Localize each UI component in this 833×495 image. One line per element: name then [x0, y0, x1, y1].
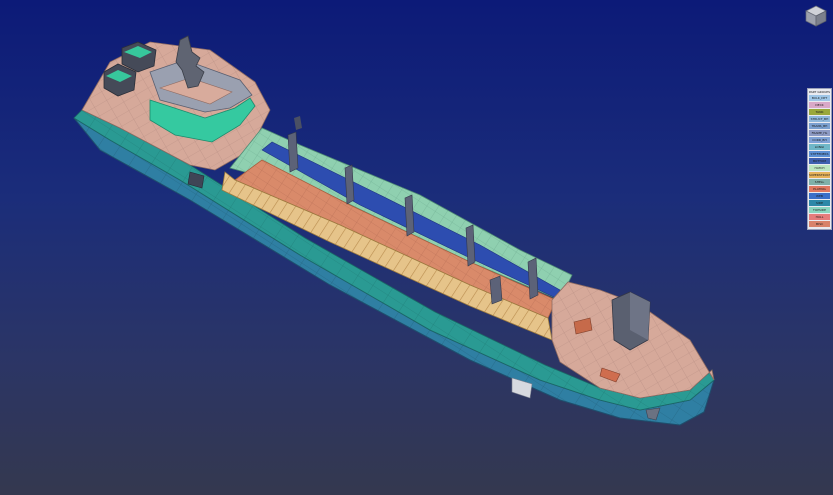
3d-model-viewport[interactable]	[0, 0, 833, 495]
legend-item[interactable]: MISC	[809, 221, 830, 227]
legend-item[interactable]: SHELL	[809, 179, 830, 185]
legend-item[interactable]: HULL	[809, 214, 830, 220]
legend-item[interactable]: DECK	[809, 102, 830, 108]
legend-item[interactable]: BOTTOM	[809, 158, 830, 164]
view-cube-icon[interactable]	[804, 4, 828, 28]
legend-item[interactable]: TRANS_BH	[809, 123, 830, 129]
legend-title: PART GROUPS	[809, 90, 830, 94]
legend-item[interactable]: LONGI	[809, 144, 830, 150]
legend-item[interactable]: CORR_BH	[809, 137, 830, 143]
legend-item[interactable]: SIDE	[809, 200, 830, 206]
ship-model[interactable]	[73, 35, 715, 426]
color-legend: PART GROUPS BULK_DPT DECK TANK STRUCT_BH TRA…	[807, 88, 832, 230]
legend-item[interactable]: BULK_DPT	[809, 95, 830, 101]
legend-item[interactable]: HATCH	[809, 165, 830, 171]
legend-item[interactable]: PLATING	[809, 186, 830, 192]
aft-fitting	[294, 116, 302, 130]
legend-item[interactable]: FRAME_HL	[809, 130, 830, 136]
legend-item[interactable]: STIFFENERS	[809, 151, 830, 157]
legend-item[interactable]: STRUCT_BH	[809, 116, 830, 122]
legend-item[interactable]: TANK	[809, 109, 830, 115]
legend-item[interactable]: TOPSIDE	[809, 207, 830, 213]
legend-item[interactable]: WEB	[809, 193, 830, 199]
legend-item[interactable]: SUPERSTRUCTURE	[809, 172, 830, 178]
